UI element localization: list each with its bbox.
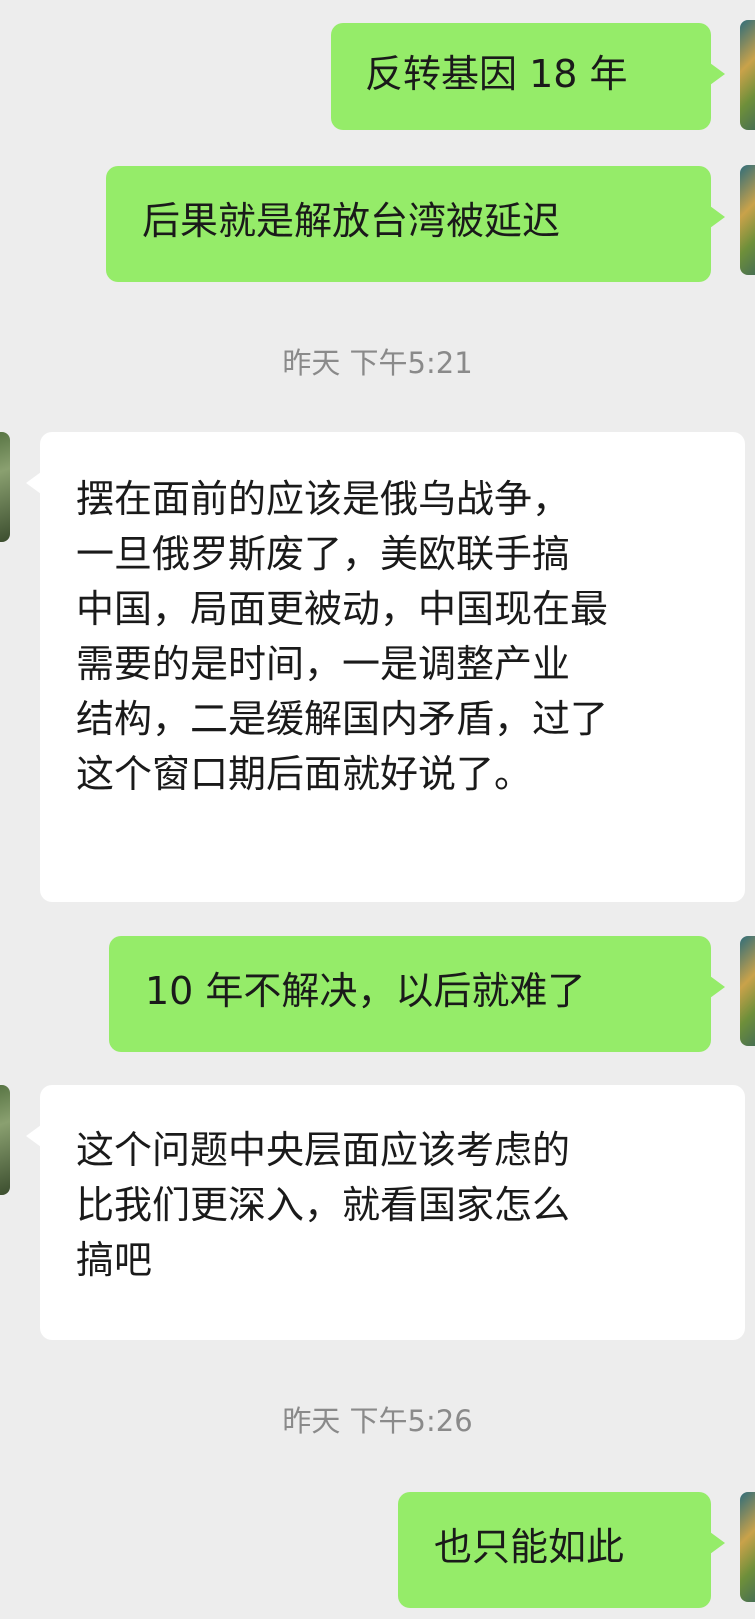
message-line: 这个问题中央层面应该考虑的 bbox=[76, 1128, 571, 1172]
message-line: 需要的是时间，一是调整产业 bbox=[76, 642, 571, 686]
incoming-message-bubble[interactable]: 摆在面前的应该是俄乌战争， 一旦俄罗斯废了，美欧联手搞 中国，局面更被动，中国现… bbox=[26, 432, 745, 902]
message-text: 反转基因 18 年 bbox=[365, 52, 628, 96]
incoming-message-bubble[interactable]: 这个问题中央层面应该考虑的 比我们更深入，就看国家怎么 搞吧 bbox=[26, 1085, 745, 1340]
avatar-icon[interactable] bbox=[740, 936, 755, 1046]
message-text: 后果就是解放台湾被延迟 bbox=[142, 199, 561, 243]
avatar-icon[interactable] bbox=[740, 1492, 755, 1602]
message-text: 10 年不解决，以后就难了 bbox=[145, 969, 586, 1013]
message-line: 这个窗口期后面就好说了。 bbox=[76, 752, 533, 796]
message-line: 一旦俄罗斯废了，美欧联手搞 bbox=[76, 532, 571, 576]
outgoing-message-bubble[interactable]: 后果就是解放台湾被延迟 bbox=[106, 166, 725, 282]
avatar-icon[interactable] bbox=[0, 432, 10, 542]
avatar-icon[interactable] bbox=[740, 165, 755, 275]
timestamp: 昨天 下午5:21 bbox=[282, 346, 473, 380]
timestamp: 昨天 下午5:26 bbox=[282, 1404, 473, 1438]
avatar-icon[interactable] bbox=[740, 20, 755, 130]
message-line: 摆在面前的应该是俄乌战争， bbox=[76, 477, 571, 521]
message-text: 也只能如此 bbox=[434, 1525, 625, 1569]
message-line: 搞吧 bbox=[76, 1238, 153, 1282]
message-line: 结构，二是缓解国内矛盾，过了 bbox=[76, 697, 609, 741]
outgoing-message-bubble[interactable]: 也只能如此 bbox=[398, 1492, 725, 1608]
outgoing-message-bubble[interactable]: 10 年不解决，以后就难了 bbox=[109, 936, 725, 1052]
outgoing-message-bubble[interactable]: 反转基因 18 年 bbox=[331, 23, 725, 130]
message-line: 中国，局面更被动，中国现在最 bbox=[76, 587, 609, 631]
avatar-icon[interactable] bbox=[0, 1085, 10, 1195]
message-line: 比我们更深入，就看国家怎么 bbox=[76, 1183, 571, 1227]
